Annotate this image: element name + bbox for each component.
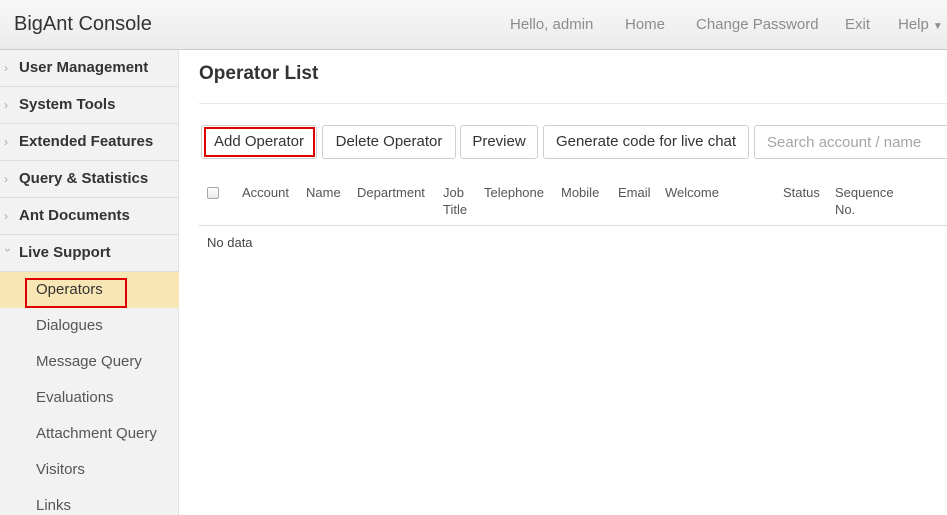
change-password-link[interactable]: Change Password — [696, 16, 819, 33]
chevron-right-icon: › — [4, 61, 8, 75]
sidebar-section-query-statistics[interactable]: › Query & Statistics — [0, 161, 179, 198]
greeting-text: Hello, admin — [510, 16, 594, 33]
sidebar-item-attachment-query[interactable]: Attachment Query — [0, 416, 179, 452]
sidebar-item-label: Visitors — [36, 461, 85, 478]
sidebar-section-label: User Management — [19, 59, 149, 76]
select-all-checkbox[interactable] — [207, 187, 219, 199]
highlight-box-operators — [25, 278, 127, 308]
sidebar-item-label: Evaluations — [36, 389, 114, 406]
sidebar-section-system-tools[interactable]: › System Tools — [0, 87, 179, 124]
column-header-sequence-no: Sequence No. — [835, 185, 894, 217]
column-header-email: Email — [618, 185, 651, 200]
empty-table-message: No data — [207, 235, 253, 250]
sidebar-item-links[interactable]: Links — [0, 488, 179, 515]
sidebar-item-label: Message Query — [36, 353, 142, 370]
sidebar-section-label: Query & Statistics — [19, 170, 149, 187]
sidebar-section-user-management[interactable]: › User Management — [0, 50, 179, 87]
top-navbar: BigAnt Console Hello, admin Home Change … — [0, 0, 947, 50]
column-header-mobile: Mobile — [561, 185, 600, 200]
sidebar-item-dialogues[interactable]: Dialogues — [0, 308, 179, 344]
sidebar-item-label: Dialogues — [36, 317, 103, 334]
column-header-status: Status — [783, 185, 820, 200]
delete-operator-button[interactable]: Delete Operator — [322, 125, 456, 159]
sidebar-section-label: Extended Features — [19, 133, 154, 150]
divider — [199, 103, 947, 104]
sidebar-item-message-query[interactable]: Message Query — [0, 344, 179, 380]
column-header-account: Account — [242, 185, 289, 200]
help-dropdown[interactable]: Help ▼ — [898, 16, 943, 33]
sidebar-section-label: Live Support — [19, 244, 111, 261]
help-label: Help — [898, 16, 929, 33]
sidebar-item-label: Attachment Query — [36, 425, 157, 442]
sidebar-item-visitors[interactable]: Visitors — [0, 452, 179, 488]
table-header-divider — [199, 225, 947, 226]
highlight-box-add-operator — [204, 127, 315, 157]
column-header-job-title: Job Title — [443, 185, 468, 217]
chevron-right-icon: › — [4, 172, 8, 186]
sidebar-item-evaluations[interactable]: Evaluations — [0, 380, 179, 416]
home-link[interactable]: Home — [625, 16, 665, 33]
chevron-right-icon: › — [4, 135, 8, 149]
column-header-telephone: Telephone — [484, 185, 544, 200]
column-header-welcome: Welcome — [665, 185, 719, 200]
exit-link[interactable]: Exit — [845, 16, 870, 33]
chevron-down-icon: ▼ — [932, 21, 943, 32]
sidebar-section-label: System Tools — [19, 96, 116, 113]
generate-code-button[interactable]: Generate code for live chat — [543, 125, 749, 159]
sidebar-section-extended-features[interactable]: › Extended Features — [0, 124, 179, 161]
chevron-down-icon: › — [1, 248, 15, 252]
brand-title[interactable]: BigAnt Console — [14, 13, 152, 36]
page-title: Operator List — [199, 63, 319, 84]
sidebar-section-label: Ant Documents — [19, 207, 130, 224]
preview-button[interactable]: Preview — [460, 125, 538, 159]
search-input[interactable] — [754, 125, 947, 159]
sidebar-section-live-support[interactable]: › Live Support — [0, 235, 179, 272]
chevron-right-icon: › — [4, 98, 8, 112]
sidebar-section-ant-documents[interactable]: › Ant Documents — [0, 198, 179, 235]
column-header-name: Name — [306, 185, 341, 200]
column-header-department: Department — [357, 185, 425, 200]
chevron-right-icon: › — [4, 209, 8, 223]
sidebar-item-label: Links — [36, 497, 72, 514]
